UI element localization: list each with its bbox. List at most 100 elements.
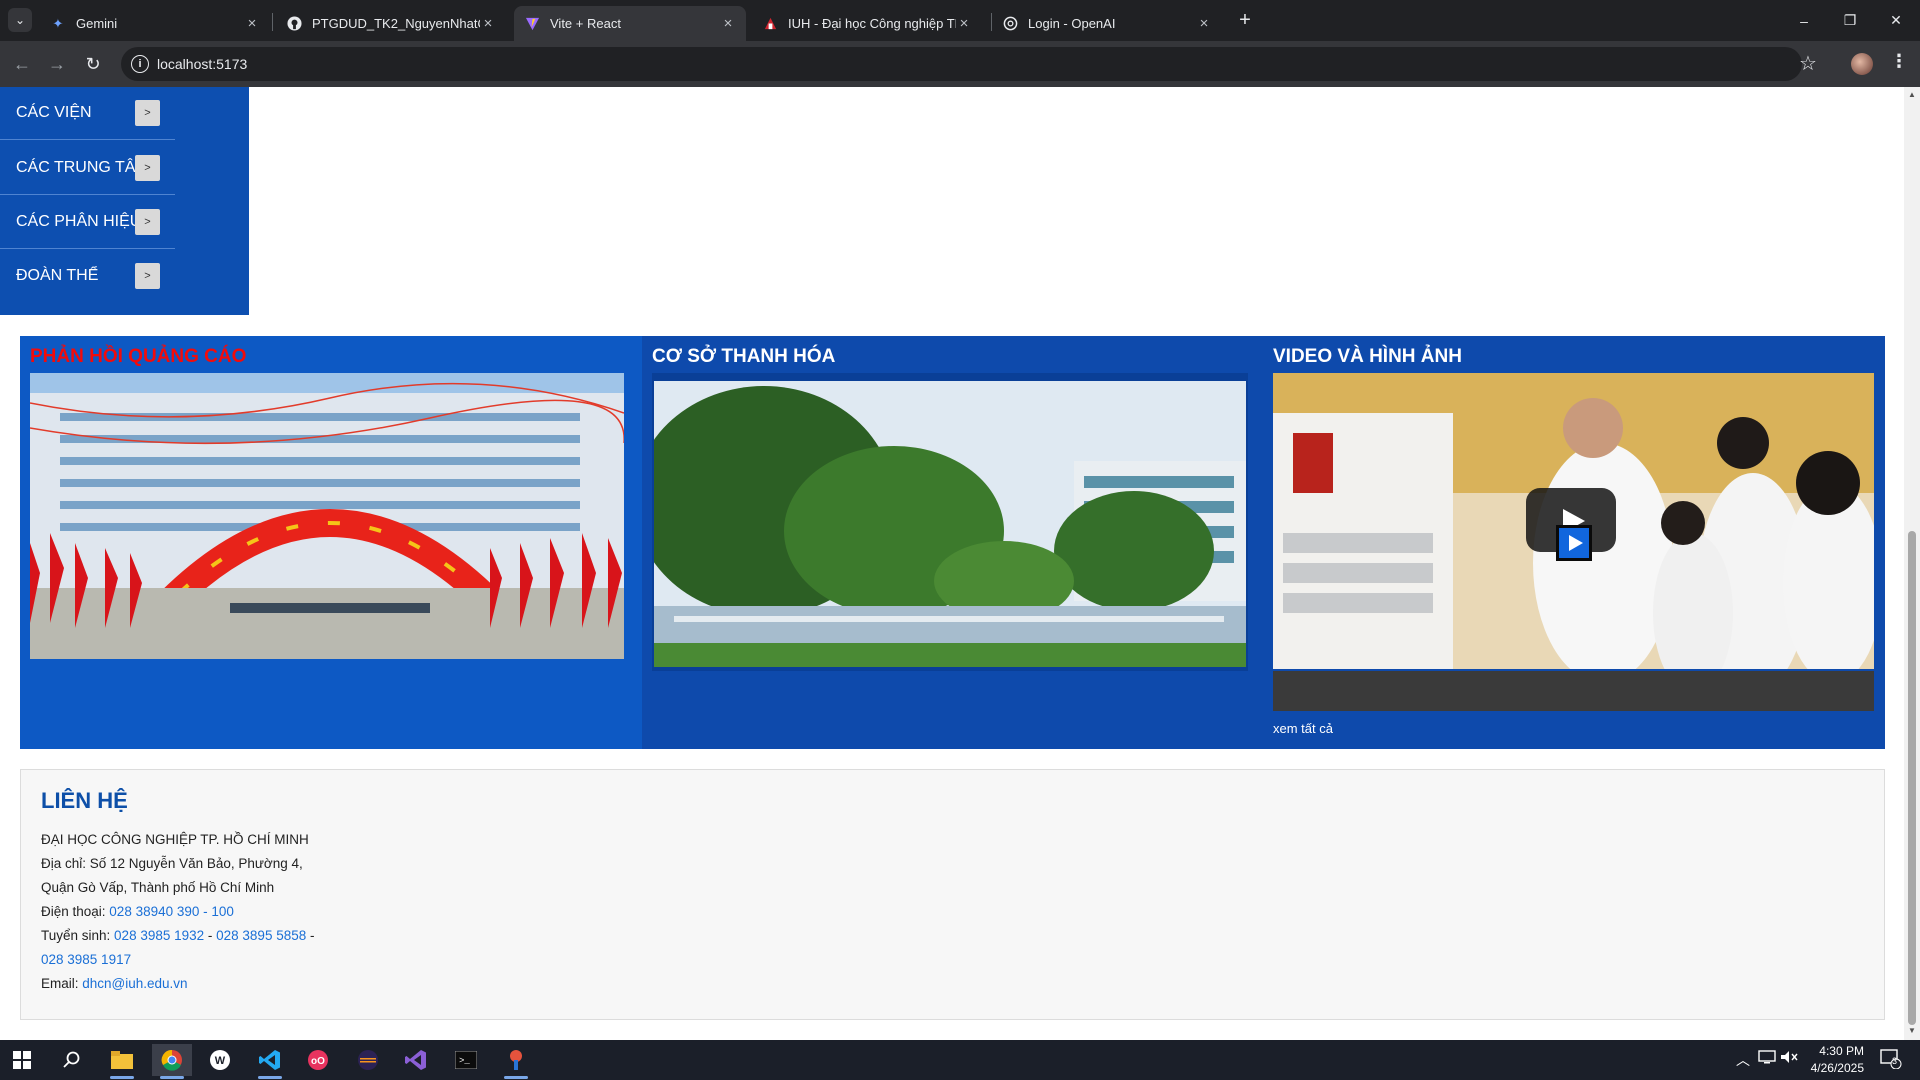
admission-phone-link[interactable]: 028 3985 1917 [41, 952, 131, 967]
separator: - [204, 928, 217, 943]
page-scrollbar[interactable]: ▲ ▼ [1904, 87, 1920, 1040]
back-arrow-icon[interactable]: ← [10, 52, 34, 76]
browser-tab-bar: ⌄ ✦ Gemini × PTGDUD_TK2_NguyenNhatQua × … [0, 0, 1920, 41]
contact-details: ĐẠI HỌC CÔNG NGHIỆP TP. HỒ CHÍ MINH Địa … [41, 828, 314, 996]
tab-title: Login - OpenAI [1028, 16, 1116, 31]
close-icon[interactable]: × [244, 15, 260, 32]
network-icon[interactable] [1758, 1050, 1776, 1067]
address-bar[interactable]: i localhost:5173 [121, 47, 1802, 81]
tab-openai[interactable]: Login - OpenAI × [992, 6, 1222, 41]
windows-start-icon[interactable] [2, 1044, 42, 1076]
scroll-down-icon[interactable]: ▼ [1908, 1027, 1916, 1035]
menu-item-label: ĐOÀN THỂ [16, 267, 99, 284]
reload-icon[interactable]: ↻ [81, 52, 105, 76]
volume-muted-icon[interactable] [1780, 1050, 1798, 1067]
tab-title: IUH - Đại học Công nghiệp TP.H [788, 16, 956, 31]
forward-arrow-icon[interactable]: → [45, 52, 69, 76]
chrome-icon[interactable] [152, 1044, 192, 1079]
tray-chevron-icon[interactable]: ︿ [1736, 1050, 1750, 1070]
tab-title: Vite + React [550, 16, 621, 31]
tab-title: Gemini [76, 16, 118, 31]
tab-github[interactable]: PTGDUD_TK2_NguyenNhatQua × [276, 6, 506, 41]
submenu-arrow-button[interactable]: > [135, 209, 160, 235]
menu-item-label: CÁC PHÂN HIỆU [16, 212, 142, 230]
admission-label: Tuyển sinh: [41, 928, 115, 943]
admission-phone-link[interactable]: 028 3895 5858 [216, 928, 306, 943]
notification-count-badge: 3 [1892, 1056, 1898, 1066]
eclipse-icon[interactable] [348, 1044, 388, 1076]
scroll-thumb[interactable] [1908, 531, 1916, 1025]
close-icon[interactable]: × [956, 15, 972, 32]
menu-item-cac-vien[interactable]: CÁC VIỆN > [0, 87, 175, 140]
openai-icon [1002, 16, 1018, 32]
video-caption-bar [1273, 671, 1874, 711]
see-all-link[interactable]: xem tất cả [1273, 721, 1333, 736]
email-link[interactable]: dhcn@iuh.edu.vn [82, 976, 187, 991]
visual-studio-icon[interactable] [396, 1044, 436, 1076]
iuh-icon [762, 16, 778, 32]
column-title: CƠ SỞ THANH HÓA [652, 346, 836, 367]
tab-title: PTGDUD_TK2_NguyenNhatQua [312, 16, 480, 31]
menu-item-cac-phan-hieu[interactable]: CÁC PHÂN HIỆU > [0, 195, 175, 249]
tab-gemini[interactable]: ✦ Gemini × [40, 6, 270, 41]
vscode-icon[interactable] [250, 1044, 290, 1079]
gemini-sparkle-icon: ✦ [52, 15, 64, 31]
email-line: Email: dhcn@iuh.edu.vn [41, 972, 314, 996]
address-line-2: Quận Gò Vấp, Thành phố Hồ Chí Minh [41, 880, 275, 895]
clock-time: 4:30 PM [1819, 1044, 1864, 1058]
browser-menu-icon[interactable]: ⋮ [1890, 51, 1908, 72]
close-icon[interactable]: × [720, 15, 736, 32]
separator: - [306, 928, 315, 943]
side-menu: CÁC VIỆN > CÁC TRUNG TÂM > CÁC PHÂN HIỆU… [0, 87, 249, 315]
admission-line: Tuyển sinh: 028 3985 1932 - 028 3895 585… [41, 924, 314, 948]
menu-item-label: CÁC VIỆN [16, 103, 92, 121]
close-icon[interactable]: × [480, 15, 496, 32]
bookmark-star-icon[interactable]: ☆ [1799, 51, 1817, 76]
tab-iuh[interactable]: IUH - Đại học Công nghiệp TP.H × [752, 6, 982, 41]
phone-link[interactable]: 028 38940 390 - 100 [109, 904, 234, 919]
feedback-ads-column: PHẢN HỒI QUẢNG CÁO [20, 336, 642, 749]
terminal-icon[interactable]: >_ [446, 1044, 486, 1076]
admission-phone-link[interactable]: 028 3985 1932 [114, 928, 204, 943]
profile-avatar[interactable] [1851, 53, 1873, 75]
site-info-icon[interactable]: i [131, 55, 149, 73]
address-url[interactable]: localhost:5173 [157, 56, 247, 72]
file-explorer-icon[interactable] [102, 1044, 142, 1079]
window-close-icon[interactable]: ✕ [1873, 0, 1919, 41]
search-icon[interactable] [52, 1044, 92, 1076]
column-title: PHẢN HỒI QUẢNG CÁO [30, 346, 247, 367]
phone-label: Điện thoại: [41, 904, 110, 919]
thanh-hoa-campus-photo[interactable] [652, 373, 1248, 671]
tab-search-chevron-icon[interactable]: ⌄ [8, 8, 32, 32]
phone-line: Điện thoại: 028 38940 390 - 100 [41, 900, 314, 924]
app-oo-icon[interactable]: oO [298, 1044, 338, 1076]
browser-toolbar: ← → ↻ i localhost:5173 ☆ ⋮ [0, 41, 1920, 87]
contact-section: LIÊN HỆ ĐẠI HỌC CÔNG NGHIỆP TP. HỒ CHÍ M… [20, 769, 1885, 1020]
scroll-up-icon[interactable]: ▲ [1908, 91, 1916, 99]
svg-text:oO: oO [311, 1056, 325, 1067]
windows-taskbar: W oO >_ ︿ 4:30 PM 4/26/2025 3 [0, 1040, 1920, 1080]
github-icon [286, 16, 302, 32]
new-tab-plus-icon[interactable]: + [1233, 8, 1257, 32]
menu-item-cac-trung-tam[interactable]: CÁC TRUNG TÂM > [0, 141, 175, 195]
submenu-arrow-button[interactable]: > [135, 155, 160, 181]
play-icon[interactable] [1556, 525, 1592, 561]
menu-item-doan-the[interactable]: ĐOÀN THỂ > [0, 249, 175, 303]
app-pin-icon[interactable] [496, 1044, 536, 1079]
feature-band: PHẢN HỒI QUẢNG CÁO CƠ SỞ THANH HÓA VIDEO… [20, 336, 1885, 749]
vite-icon [524, 16, 540, 32]
submenu-arrow-button[interactable]: > [135, 263, 160, 289]
minimize-icon[interactable]: – [1781, 0, 1827, 41]
contact-title: LIÊN HỆ [41, 788, 128, 813]
tab-vite-react[interactable]: Vite + React × [514, 6, 746, 41]
close-icon[interactable]: × [1196, 15, 1212, 32]
notification-center-icon[interactable]: 3 [1880, 1049, 1902, 1072]
video-thumbnail[interactable] [1273, 373, 1874, 669]
restore-icon[interactable]: ❐ [1827, 0, 1873, 41]
submenu-arrow-button[interactable]: > [135, 100, 160, 126]
system-clock[interactable]: 4:30 PM 4/26/2025 [1800, 1043, 1864, 1077]
page-viewport: CÁC VIỆN > CÁC TRUNG TÂM > CÁC PHÂN HIỆU… [0, 87, 1920, 1040]
svg-text:>_: >_ [459, 1056, 470, 1066]
campus-gate-photo[interactable] [30, 373, 624, 659]
app-w-icon[interactable]: W [200, 1044, 240, 1076]
